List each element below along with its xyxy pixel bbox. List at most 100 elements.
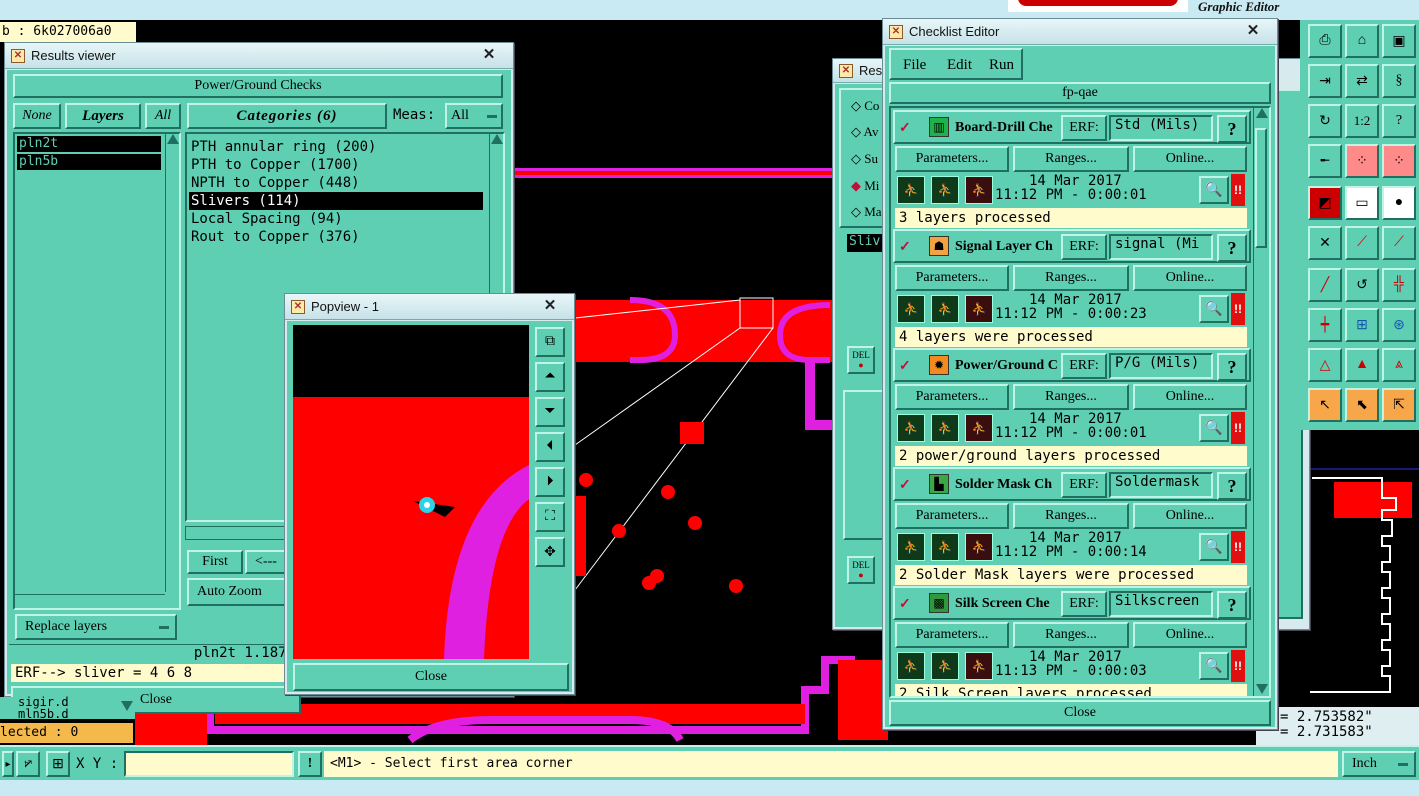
option-item[interactable]: ◇ Ma bbox=[851, 204, 882, 220]
category-item[interactable]: PTH annular ring (200) bbox=[191, 138, 376, 156]
erf-value[interactable]: Std (Mils) bbox=[1109, 115, 1213, 141]
close-icon[interactable]: ✕ bbox=[532, 296, 568, 314]
erf-button[interactable]: ERF: bbox=[1061, 472, 1107, 498]
stop-icon[interactable]: ⛹ bbox=[965, 414, 993, 442]
option-item[interactable]: ◇ Av bbox=[851, 124, 878, 140]
run-icon[interactable]: ⛹ bbox=[897, 295, 925, 323]
magnify-icon[interactable]: 🔍 bbox=[1199, 533, 1229, 561]
alert-icon[interactable]: !! bbox=[1231, 650, 1245, 682]
online-button[interactable]: Online... bbox=[1133, 622, 1247, 648]
magnify-icon[interactable]: 🔍 bbox=[1199, 414, 1229, 442]
select-icon[interactable]: ⇱ bbox=[1382, 388, 1416, 422]
popview-canvas[interactable] bbox=[293, 325, 529, 659]
tool-icon[interactable]: ✕ bbox=[1308, 226, 1342, 260]
run-icon[interactable]: ⛹ bbox=[897, 414, 925, 442]
home-icon[interactable]: ⌂ bbox=[1345, 24, 1379, 58]
parameters-button[interactable]: Parameters... bbox=[895, 265, 1009, 291]
online-button[interactable]: Online... bbox=[1133, 503, 1247, 529]
erf-button[interactable]: ERF: bbox=[1061, 591, 1107, 617]
category-item[interactable]: NPTH to Copper (448) bbox=[191, 174, 360, 192]
option-item-selected[interactable]: ◆ Mi bbox=[851, 178, 879, 194]
all-button[interactable]: All bbox=[145, 103, 181, 129]
checklist-scrollbar[interactable] bbox=[1253, 108, 1269, 696]
option-item[interactable]: ◇ Co bbox=[851, 98, 879, 114]
erf-button[interactable]: ERF: bbox=[1061, 353, 1107, 379]
menu-run[interactable]: Run bbox=[989, 57, 1014, 74]
run-all-icon[interactable]: ⛹ bbox=[931, 414, 959, 442]
category-item[interactable]: Local Spacing (94) bbox=[191, 210, 343, 228]
zoom-in-icon[interactable]: ⛶ bbox=[535, 502, 565, 532]
layers-list[interactable]: pln2t pln5b bbox=[13, 132, 181, 610]
popview-titlebar[interactable]: ✕ Popview - 1 ✕ bbox=[285, 294, 574, 320]
check-icon[interactable]: ✓ bbox=[899, 238, 913, 254]
categories-button[interactable]: Categories (6) bbox=[187, 103, 387, 129]
auto-zoom-toggle[interactable]: Auto Zoom bbox=[187, 578, 287, 606]
stop-icon[interactable]: ⛹ bbox=[965, 652, 993, 680]
erf-value[interactable]: P/G (Mils) bbox=[1109, 353, 1213, 379]
close-icon[interactable]: ✕ bbox=[1235, 21, 1271, 39]
tool-icon[interactable]: ▸ bbox=[2, 751, 14, 777]
layers-scrollbar[interactable] bbox=[165, 134, 179, 592]
line-icon[interactable]: ⟋ bbox=[1345, 226, 1379, 260]
meas-dropdown[interactable]: All bbox=[445, 103, 503, 129]
help-icon[interactable]: ? bbox=[1217, 234, 1247, 262]
run-all-icon[interactable]: ⛹ bbox=[931, 295, 959, 323]
help-icon[interactable]: ? bbox=[1217, 472, 1247, 500]
prev-button[interactable]: <--- bbox=[245, 550, 287, 574]
pan-left-icon[interactable]: ⏴ bbox=[535, 432, 565, 462]
erf-button[interactable]: ERF: bbox=[1061, 234, 1107, 260]
tool-icon[interactable]: ⊞ bbox=[1345, 308, 1379, 342]
item-name[interactable]: Power/Ground C bbox=[955, 358, 1065, 374]
parameters-button[interactable]: Parameters... bbox=[895, 622, 1009, 648]
help-icon[interactable]: ? bbox=[1382, 104, 1416, 138]
tool-icon[interactable]: ⎙ bbox=[1308, 24, 1342, 58]
help-icon[interactable]: ? bbox=[1217, 353, 1247, 381]
select-icon[interactable]: ⬉ bbox=[1345, 388, 1379, 422]
tool-icon[interactable]: ⁘ bbox=[1382, 144, 1416, 178]
pan-right-icon[interactable]: ⏵ bbox=[535, 467, 565, 497]
run-icon[interactable]: ⛹ bbox=[897, 652, 925, 680]
pan-up-icon[interactable]: ⏶ bbox=[535, 362, 565, 392]
tool-icon[interactable]: ╱ bbox=[1308, 268, 1342, 302]
close-icon[interactable]: ✕ bbox=[471, 45, 507, 63]
file-item[interactable]: mln5b.d bbox=[18, 707, 69, 721]
help-icon[interactable]: ? bbox=[1217, 591, 1247, 619]
help-icon[interactable]: ? bbox=[1217, 115, 1247, 143]
check-icon[interactable]: ✓ bbox=[899, 595, 913, 611]
checklist-close-button[interactable]: Close bbox=[889, 700, 1271, 726]
run-all-icon[interactable]: ⛹ bbox=[931, 533, 959, 561]
run-all-icon[interactable]: ⛹ bbox=[931, 176, 959, 204]
ranges-button[interactable]: Ranges... bbox=[1013, 146, 1129, 172]
line-icon[interactable]: ⟋ bbox=[1382, 226, 1416, 260]
grid-icon[interactable]: ⊞ bbox=[46, 751, 70, 777]
ranges-button[interactable]: Ranges... bbox=[1013, 265, 1129, 291]
alert-icon[interactable]: !! bbox=[1231, 293, 1245, 325]
scale-icon[interactable]: 1:2 bbox=[1345, 104, 1379, 138]
tool-icon[interactable]: ⇥ bbox=[1308, 64, 1342, 98]
tool-icon[interactable]: ⇄ bbox=[1345, 64, 1379, 98]
erf-value[interactable]: signal (Mi bbox=[1109, 234, 1213, 260]
delete-button[interactable]: DEL ● bbox=[847, 556, 875, 584]
erf-button[interactable]: ERF: bbox=[1061, 115, 1107, 141]
check-icon[interactable]: ✓ bbox=[899, 119, 913, 135]
delete-button[interactable]: DEL ● bbox=[847, 346, 875, 374]
category-item[interactable]: Rout to Copper (376) bbox=[191, 228, 360, 246]
alert-icon[interactable]: !! bbox=[1231, 531, 1245, 563]
tool-icon[interactable]: △ bbox=[1308, 348, 1342, 382]
measure-icon[interactable]: ⦬ bbox=[16, 751, 40, 777]
stop-icon[interactable]: ⛹ bbox=[965, 176, 993, 204]
check-icon[interactable]: ✓ bbox=[899, 357, 913, 373]
tool-icon[interactable]: ⩓ bbox=[1382, 348, 1416, 382]
erf-value[interactable]: Soldermask bbox=[1109, 472, 1213, 498]
tool-icon[interactable]: ╾ bbox=[1308, 144, 1342, 178]
magnify-icon[interactable]: 🔍 bbox=[1199, 295, 1229, 323]
online-button[interactable]: Online... bbox=[1133, 146, 1247, 172]
zoom-out-icon[interactable]: ✥ bbox=[535, 537, 565, 567]
tool-icon[interactable]: ╬ bbox=[1382, 268, 1416, 302]
layers-hscrollbar[interactable] bbox=[15, 594, 165, 608]
dot-icon[interactable]: ● bbox=[1382, 186, 1416, 220]
frame-icon[interactable]: ▣ bbox=[1382, 24, 1416, 58]
results-viewer-titlebar[interactable]: ✕ Results viewer ✕ bbox=[5, 43, 513, 69]
parameters-button[interactable]: Parameters... bbox=[895, 384, 1009, 410]
tool-icon[interactable]: ▲ bbox=[1345, 348, 1379, 382]
